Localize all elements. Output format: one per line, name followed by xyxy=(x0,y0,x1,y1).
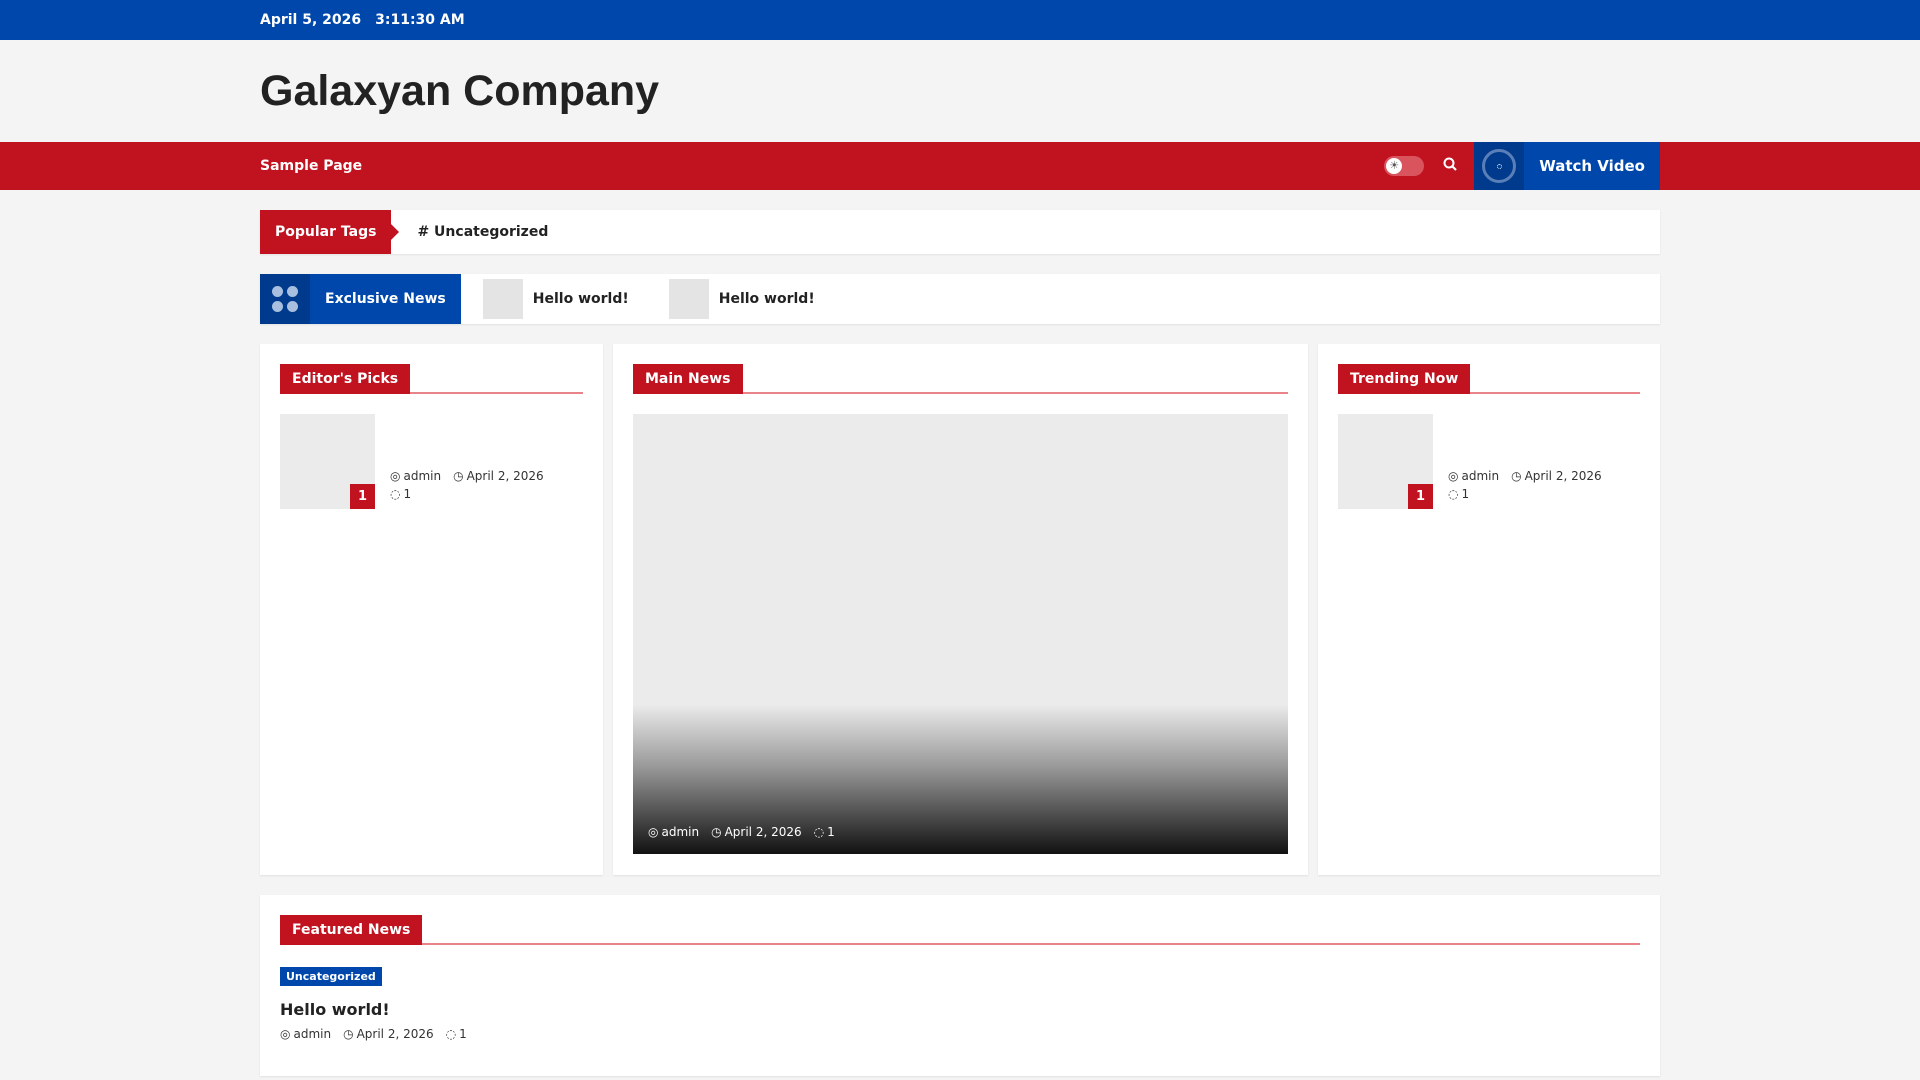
ticker-item[interactable]: Hello world! xyxy=(482,279,629,319)
user-icon: ◎ xyxy=(1448,469,1459,483)
comments-link[interactable]: 1 xyxy=(827,825,835,839)
author-link[interactable]: admin xyxy=(1461,469,1499,483)
popular-tags-bar: Popular Tags # Uncategorized xyxy=(260,210,1660,254)
exclusive-news-label: Exclusive News xyxy=(310,274,461,324)
main-news-section: Main News ◎ admin ◷ April 2, 2026 ◌ 1 xyxy=(613,344,1308,875)
ticker-item-title: Hello world! xyxy=(532,291,629,307)
date-link[interactable]: April 2, 2026 xyxy=(467,469,544,483)
date-link[interactable]: April 2, 2026 xyxy=(357,1027,434,1041)
main-news-image[interactable]: ◎ admin ◷ April 2, 2026 ◌ 1 xyxy=(633,414,1288,854)
comment-icon: ◌ xyxy=(1448,487,1459,501)
comments-link[interactable]: 1 xyxy=(1461,487,1469,501)
clock-icon: ◷ xyxy=(711,825,722,839)
site-title[interactable]: Galaxyan Company xyxy=(260,40,1660,142)
watch-video-button[interactable]: Watch Video xyxy=(1524,142,1660,190)
comment-icon: ◌ xyxy=(813,825,825,839)
section-title: Trending Now xyxy=(1338,364,1471,394)
category-badge[interactable]: Uncategorized xyxy=(280,967,382,986)
author-link[interactable]: admin xyxy=(661,825,699,839)
ticker-item[interactable]: Hello world! xyxy=(668,279,815,319)
rank-badge: 1 xyxy=(350,484,375,509)
section-title: Featured News xyxy=(280,915,423,945)
ticker-item-title: Hello world! xyxy=(718,291,815,307)
clock-icon: ◷ xyxy=(1511,469,1522,483)
thumbnail xyxy=(668,279,709,319)
grid-dots-icon xyxy=(260,274,310,324)
thumbnail xyxy=(482,279,523,319)
site-header: Galaxyan Company xyxy=(0,40,1920,142)
list-item[interactable]: 1 ◎ admin ◷ April 2, 2026 ◌ 1 xyxy=(1338,414,1640,509)
date-link[interactable]: April 2, 2026 xyxy=(725,825,802,839)
author-link[interactable]: admin xyxy=(293,1027,331,1041)
user-icon: ◎ xyxy=(390,469,401,483)
comment-icon: ◌ xyxy=(445,1027,457,1041)
comment-icon: ◌ xyxy=(390,487,401,501)
current-time: 3:11:30 AM xyxy=(375,12,465,28)
search-icon[interactable] xyxy=(1440,157,1460,175)
news-ticker: Exclusive News Hello world! Hello world! xyxy=(260,274,1660,324)
nav-sample-page[interactable]: Sample Page xyxy=(260,158,362,174)
current-date: April 5, 2026 xyxy=(260,12,362,28)
author-link[interactable]: admin xyxy=(403,469,441,483)
thumbnail[interactable]: 1 xyxy=(280,414,375,509)
rank-badge: 1 xyxy=(1408,484,1433,509)
comments-link[interactable]: 1 xyxy=(403,487,411,501)
section-title: Editor's Picks xyxy=(280,364,411,394)
popular-tags-label: Popular Tags xyxy=(260,210,400,254)
featured-news-section: Featured News Uncategorized Hello world!… xyxy=(260,895,1660,1076)
comments-link[interactable]: 1 xyxy=(459,1027,467,1041)
main-nav: Sample Page ☀ Watch Video xyxy=(0,142,1920,190)
clock-icon: ◷ xyxy=(343,1027,354,1041)
clock-icon: ◷ xyxy=(453,469,464,483)
sun-icon: ☀ xyxy=(1386,158,1403,174)
post-title[interactable]: Hello world! xyxy=(280,1000,1640,1019)
trending-now-section: Trending Now 1 ◎ admin ◷ April 2, 2026 ◌ 1 xyxy=(1318,344,1660,875)
list-item[interactable]: 1 ◎ admin ◷ April 2, 2026 ◌ 1 xyxy=(280,414,583,509)
user-icon: ◎ xyxy=(280,1027,291,1041)
dark-mode-toggle[interactable]: ☀ xyxy=(1384,156,1425,176)
tag-link[interactable]: # Uncategorized xyxy=(417,224,548,240)
thumbnail[interactable]: 1 xyxy=(1338,414,1433,509)
user-icon: ◎ xyxy=(648,825,659,839)
editors-picks-section: Editor's Picks 1 ◎ admin ◷ April 2, 2026 ◌ 1 xyxy=(260,344,603,875)
play-icon[interactable] xyxy=(1474,142,1525,190)
date-link[interactable]: April 2, 2026 xyxy=(1525,469,1602,483)
section-title: Main News xyxy=(633,364,743,394)
top-bar: April 5, 2026 3:11:30 AM xyxy=(0,0,1920,40)
